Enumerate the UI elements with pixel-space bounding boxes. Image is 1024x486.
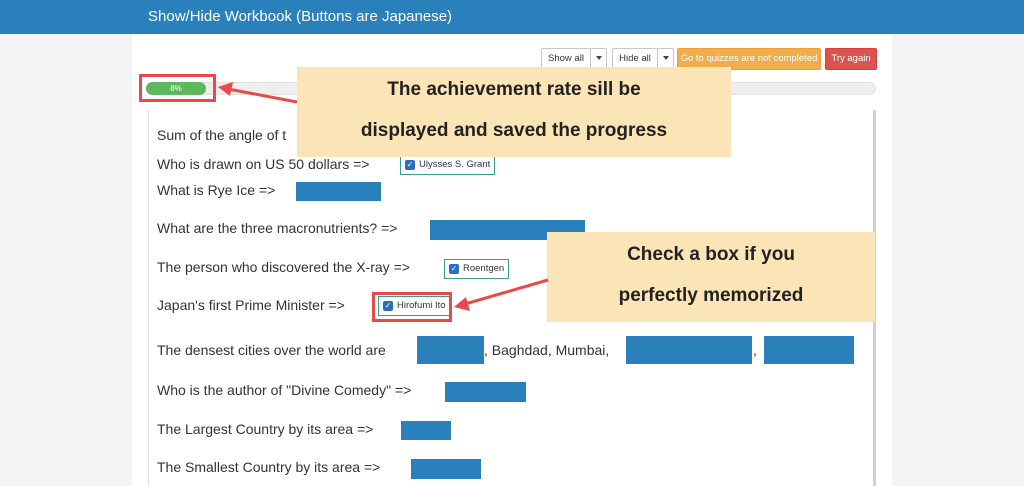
annotation-arrows bbox=[218, 82, 549, 311]
arrow-to-checkbox bbox=[454, 278, 549, 311]
arrow-to-progress bbox=[218, 82, 298, 104]
